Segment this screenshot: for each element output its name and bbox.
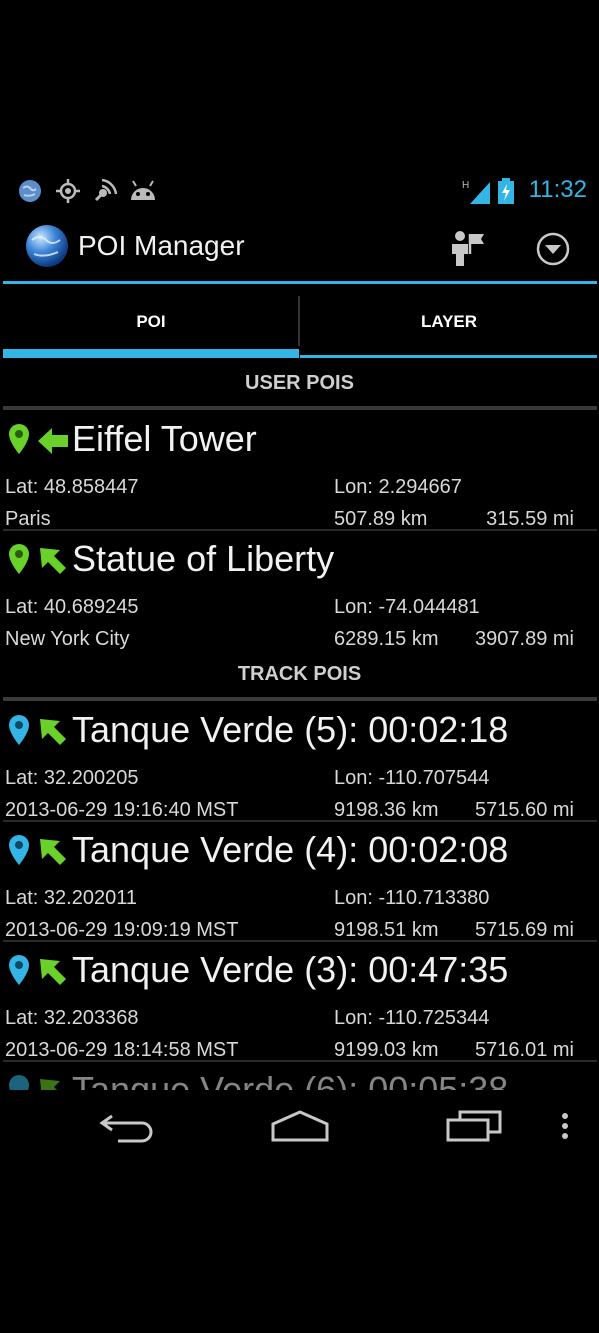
poi-title: Tanque Verde (3): 00:47:35 xyxy=(72,949,509,990)
action-bar-divider xyxy=(3,281,597,284)
poi-title: Tanque Verde (5): 00:02:18 xyxy=(72,709,509,750)
poi-subtitle: 2013-06-29 19:09:19 MST xyxy=(5,919,239,941)
poi-lat: Lat: 32.200205 xyxy=(5,767,139,789)
poi-distance-km: 507.89 km xyxy=(334,508,428,530)
blue-pin-icon xyxy=(9,955,29,985)
signal-broadcast-icon xyxy=(94,178,118,202)
gps-icon xyxy=(56,179,80,203)
poi-title: Eiffel Tower xyxy=(72,418,257,459)
tab-poi-indicator xyxy=(3,349,299,358)
arrow-up-left-icon xyxy=(40,719,66,745)
poi-distance-mi: 5715.69 mi xyxy=(475,919,574,941)
poi-title: Statue of Liberty xyxy=(72,538,335,579)
green-pin-icon xyxy=(9,544,29,574)
section-header-user-pois: USER POIS xyxy=(245,372,354,394)
row-divider xyxy=(3,820,597,822)
poi-lon: Lon: 2.294667 xyxy=(334,476,462,498)
arrow-up-left-icon xyxy=(40,1079,60,1090)
poi-distance-mi: 5716.01 mi xyxy=(475,1039,574,1061)
home-icon[interactable] xyxy=(270,1110,330,1142)
poi-distance-mi: 315.59 mi xyxy=(486,508,574,530)
arrow-left-icon xyxy=(38,428,68,454)
app-title: POI Manager xyxy=(78,230,245,261)
section-header-track-pois: TRACK POIS xyxy=(237,663,362,685)
row-divider xyxy=(3,1060,597,1062)
poi-lon: Lon: -74.044481 xyxy=(334,596,480,618)
poi-subtitle: New York City xyxy=(5,628,130,650)
app-globe-icon[interactable] xyxy=(24,222,70,270)
blue-pin-icon xyxy=(9,835,29,865)
section-divider xyxy=(3,406,597,410)
list-item[interactable]: Tanque Verde (3): 00:47:35 Lat: 32.20336… xyxy=(0,943,599,1063)
poi-lat: Lat: 32.203368 xyxy=(5,1007,139,1029)
tour-guide-icon[interactable] xyxy=(448,230,486,266)
overflow-dropdown-icon[interactable] xyxy=(535,231,571,267)
list-item[interactable]: Statue of Liberty Lat: 40.689245 Lon: -7… xyxy=(0,532,599,652)
arrow-up-left-icon xyxy=(40,839,66,865)
globe-icon xyxy=(19,180,41,202)
poi-title: Tanque Verde (6): 00:05:38 xyxy=(72,1069,509,1090)
arrow-up-left-icon xyxy=(40,548,66,574)
recent-apps-icon[interactable] xyxy=(446,1110,502,1142)
poi-subtitle: 2013-06-29 19:16:40 MST xyxy=(5,799,239,821)
list-item[interactable]: Eiffel Tower Lat: 48.858447 Lon: 2.29466… xyxy=(0,412,599,532)
list-item[interactable]: Tanque Verde (4): 00:02:08 Lat: 32.20201… xyxy=(0,823,599,943)
poi-distance-km: 9198.51 km xyxy=(334,919,439,941)
tab-layer[interactable]: LAYER xyxy=(301,296,597,358)
tab-divider xyxy=(298,296,300,346)
poi-lon: Lon: -110.713380 xyxy=(334,887,490,909)
tab-layer-indicator xyxy=(300,355,597,358)
blue-pin-icon xyxy=(9,715,29,745)
menu-dots-icon[interactable] xyxy=(559,1112,571,1142)
poi-lon: Lon: -110.707544 xyxy=(334,767,490,789)
list-item[interactable]: Tanque Verde (5): 00:02:18 Lat: 32.20020… xyxy=(0,703,599,823)
green-pin-icon xyxy=(9,424,29,454)
svg-text:H: H xyxy=(462,180,469,191)
poi-subtitle: 2013-06-29 18:14:58 MST xyxy=(5,1039,239,1061)
poi-title: Tanque Verde (4): 00:02:08 xyxy=(72,829,509,870)
clock: 11:32 xyxy=(528,176,587,203)
navigation-bar xyxy=(0,1090,599,1162)
arrow-up-left-icon xyxy=(40,959,66,985)
row-divider xyxy=(3,529,597,531)
poi-lat: Lat: 32.202011 xyxy=(5,887,137,909)
back-icon[interactable] xyxy=(98,1110,156,1144)
poi-subtitle: Paris xyxy=(5,508,51,530)
row-divider xyxy=(3,940,597,942)
android-icon xyxy=(131,180,155,200)
section-divider xyxy=(3,697,597,701)
poi-lat: Lat: 40.689245 xyxy=(5,596,139,618)
poi-distance-km: 6289.15 km xyxy=(334,628,439,650)
poi-distance-mi: 3907.89 mi xyxy=(475,628,574,650)
list-item-partial[interactable]: Tanque Verde (6): 00:05:38 xyxy=(0,1063,599,1090)
hspa-signal-icon: H xyxy=(462,180,490,204)
poi-distance-km: 9199.03 km xyxy=(334,1039,439,1061)
poi-distance-mi: 5715.60 mi xyxy=(475,799,574,821)
battery-charging-icon xyxy=(498,178,514,204)
poi-distance-km: 9198.36 km xyxy=(334,799,439,821)
blue-pin-icon xyxy=(9,1075,29,1090)
status-bar: H 11:32 xyxy=(0,170,599,212)
poi-lat: Lat: 48.858447 xyxy=(5,476,139,498)
action-bar: POI Manager xyxy=(0,212,599,282)
poi-lon: Lon: -110.725344 xyxy=(334,1007,490,1029)
